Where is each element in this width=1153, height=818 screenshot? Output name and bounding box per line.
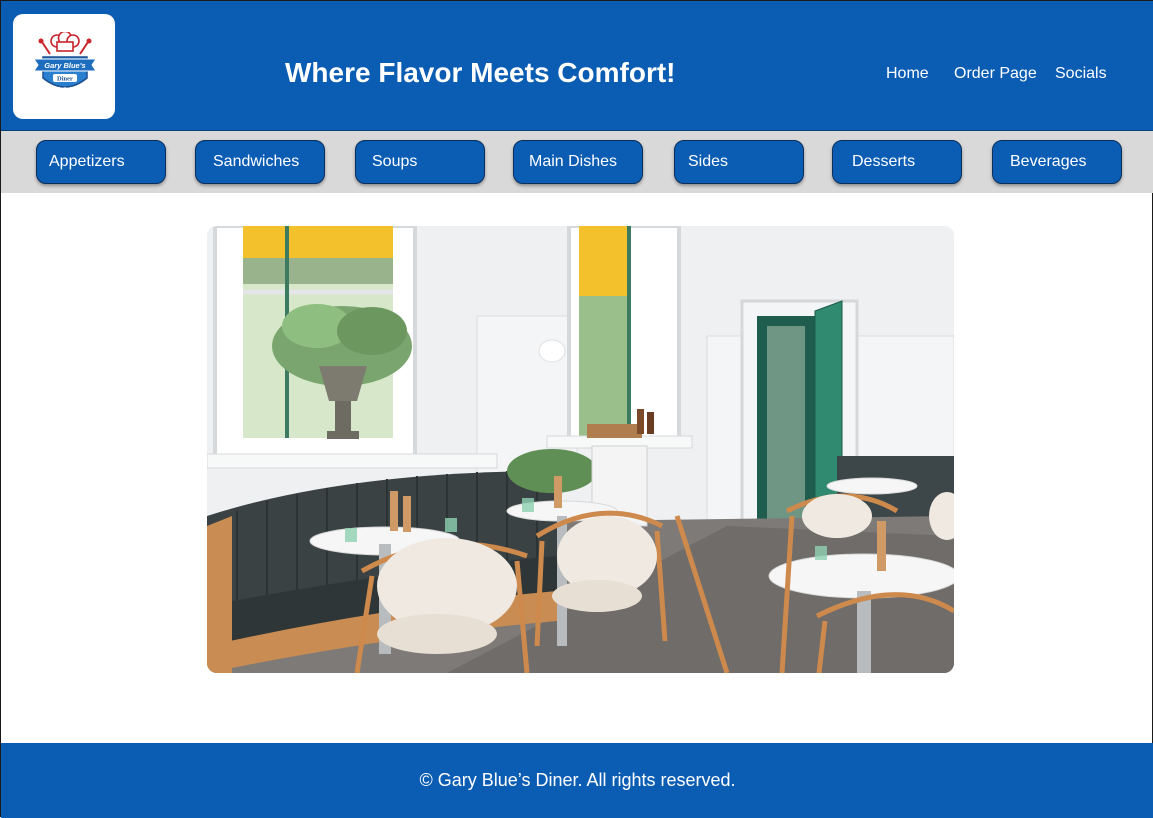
svg-text:★ ★ ★: ★ ★ ★ [57, 86, 74, 92]
nav-link-home[interactable]: Home [886, 63, 929, 85]
diner-interior-photo [207, 226, 954, 673]
chef-hat-logo-icon: Gary Blue's Diner ★ ★ ★ [33, 31, 97, 92]
category-label: Desserts [852, 153, 916, 170]
nav-link-order-page[interactable]: Order Page [954, 63, 1037, 85]
diner-logo[interactable]: Gary Blue's Diner ★ ★ ★ [13, 14, 115, 119]
category-button-sides[interactable]: Sides [674, 140, 804, 184]
page-title: Where Flavor Meets Comfort! [285, 57, 676, 88]
category-label: Beverages [1010, 153, 1087, 170]
category-label: Soups [372, 153, 418, 170]
category-button-sandwiches[interactable]: Sandwiches [195, 140, 325, 184]
nav-link-socials[interactable]: Socials [1055, 63, 1107, 85]
category-label: Main Dishes [529, 153, 618, 170]
category-button-appetizers[interactable]: Appetizers [36, 140, 166, 184]
category-button-main-dishes[interactable]: Main Dishes [513, 140, 643, 184]
category-label: Sandwiches [213, 153, 300, 170]
svg-text:Gary Blue's: Gary Blue's [44, 61, 85, 70]
diner-interior-illustration [207, 226, 954, 673]
svg-text:Diner: Diner [57, 75, 73, 82]
category-button-beverages[interactable]: Beverages [992, 140, 1122, 184]
category-button-soups[interactable]: Soups [355, 140, 485, 184]
site-footer: © Gary Blue’s Diner. All rights reserved… [1, 743, 1153, 818]
category-label: Sides [688, 153, 729, 170]
copyright-text: © Gary Blue’s Diner. All rights reserved… [419, 770, 736, 790]
site-header: Gary Blue's Diner ★ ★ ★ Where Flavor Mee… [1, 1, 1153, 131]
category-button-desserts[interactable]: Desserts [832, 140, 962, 184]
category-label: Appetizers [49, 153, 125, 170]
